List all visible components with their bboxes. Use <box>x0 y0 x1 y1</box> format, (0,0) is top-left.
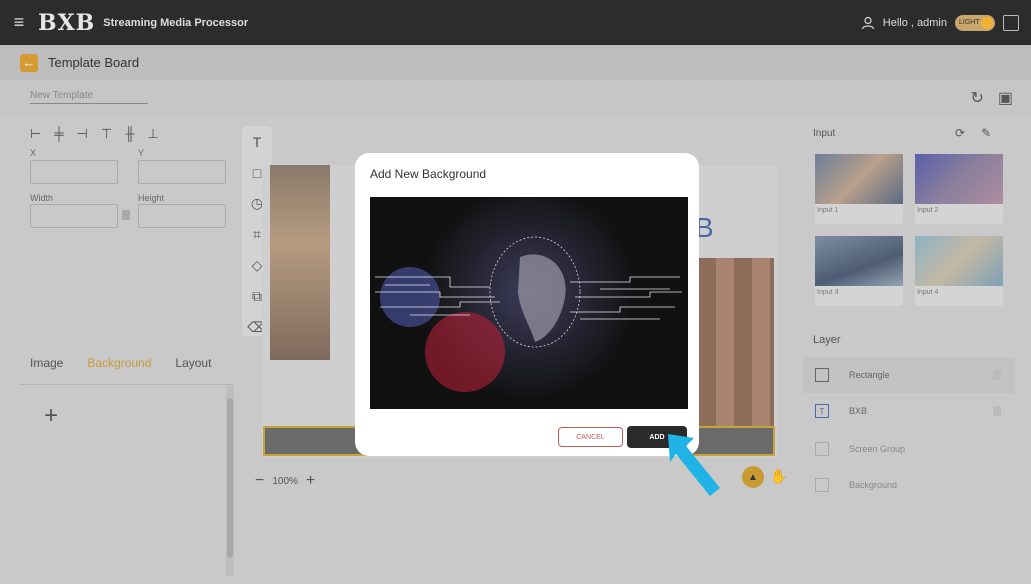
input-card[interactable]: Input 1 <box>815 154 903 224</box>
width-field[interactable] <box>30 204 118 228</box>
hand-icon[interactable]: ✋ <box>770 468 787 485</box>
input-title: Input <box>813 128 836 139</box>
lock-icon[interactable] <box>993 406 1001 416</box>
template-name-row <box>0 80 1031 116</box>
tab-divider <box>20 384 234 385</box>
menu-icon[interactable]: ≡ <box>0 12 38 33</box>
width-label: Width <box>30 193 54 203</box>
input-actions: ⟳ ✎ <box>955 126 991 140</box>
input-thumbnail <box>915 236 1003 286</box>
input-label: Input 4 <box>917 289 939 296</box>
align-middle-icon[interactable]: ╫ <box>125 126 134 142</box>
greeting: Hello , admin <box>882 16 947 29</box>
layer-row[interactable]: Screen Group <box>803 431 1015 467</box>
template-name-input[interactable]: New Template <box>30 90 148 104</box>
template-actions: ↻ ▣ <box>970 88 1013 108</box>
input-card[interactable]: Input 4 <box>915 236 1003 306</box>
height-field[interactable] <box>138 204 226 228</box>
theme-toggle[interactable]: LIGHT <box>955 14 995 31</box>
add-background-icon[interactable]: + <box>44 402 58 430</box>
logo: BXB <box>38 9 96 36</box>
text-tool-icon[interactable]: T <box>242 126 272 157</box>
y-field[interactable] <box>138 160 226 184</box>
layer-row[interactable]: T BXB <box>803 393 1015 429</box>
top-bar: ≡ BXB Streaming Media Processor Hello , … <box>0 0 1031 45</box>
layer-row[interactable]: Background <box>803 467 1015 503</box>
pointer-icon[interactable]: ▲ <box>742 466 764 488</box>
page-title: Template Board <box>48 55 140 70</box>
y-label: Y <box>138 148 145 158</box>
tab-layout[interactable]: Layout <box>175 356 211 370</box>
dialog-title: Add New Background <box>370 167 487 181</box>
app-title: Streaming Media Processor <box>103 16 249 29</box>
tab-background[interactable]: Background <box>87 356 151 370</box>
input-label: Input 1 <box>817 207 839 214</box>
input-thumbnail <box>915 154 1003 204</box>
left-panel: ⊢ ╪ ⊣ ⊤ ╫ ⊥ X Y Width Height Image Backg… <box>20 116 234 580</box>
canvas-image-right <box>698 258 774 426</box>
align-left-icon[interactable]: ⊢ <box>30 126 41 142</box>
fullscreen-icon[interactable] <box>1003 14 1019 31</box>
text-layer-icon: T <box>815 404 829 418</box>
sync-icon[interactable]: ⟳ <box>955 126 965 140</box>
layer-label: Background <box>849 480 898 490</box>
zoom-level: 100% <box>272 475 298 487</box>
zoom-controls: − 100% + <box>255 472 315 490</box>
toggle-label: LIGHT <box>959 19 980 26</box>
save-icon[interactable]: ▣ <box>998 88 1013 108</box>
ai-head-illustration <box>375 236 682 392</box>
pointer-arrow-icon <box>668 434 720 496</box>
layer-row[interactable]: Rectangle <box>803 357 1015 393</box>
input-thumbnail <box>815 154 903 204</box>
input-label: Input 2 <box>917 207 939 214</box>
align-right-icon[interactable]: ⊣ <box>77 126 88 142</box>
input-card[interactable]: Input 2 <box>915 154 1003 224</box>
background-preview-image <box>370 197 688 409</box>
tab-image[interactable]: Image <box>30 356 63 370</box>
x-label: X <box>30 148 37 158</box>
input-thumbnail <box>815 236 903 286</box>
background-layer-icon <box>815 478 829 492</box>
lock-icon[interactable] <box>993 370 1001 380</box>
lock-icon[interactable] <box>122 210 130 220</box>
align-bottom-icon[interactable]: ⊥ <box>147 126 158 142</box>
input-label: Input 3 <box>817 289 839 296</box>
input-card[interactable]: Input 3 <box>815 236 903 306</box>
sub-header: ← Template Board <box>0 45 1031 80</box>
zoom-in-icon[interactable]: + <box>306 472 315 490</box>
layer-label: Rectangle <box>849 370 890 380</box>
rectangle-layer-icon <box>815 368 829 382</box>
edit-icon[interactable]: ✎ <box>981 126 991 140</box>
refresh-icon[interactable]: ↻ <box>970 88 983 108</box>
group-layer-icon <box>815 442 829 456</box>
left-tabs: Image Background Layout <box>30 356 211 370</box>
layer-title: Layer <box>813 334 841 346</box>
cancel-button[interactable]: CANCEL <box>558 427 623 447</box>
add-background-dialog: Add New Background CANCEL ADD <box>355 153 699 456</box>
layer-label: BXB <box>849 406 868 416</box>
canvas-image-left <box>270 165 330 360</box>
back-arrow-icon[interactable]: ← <box>20 53 38 72</box>
alignment-tools: ⊢ ╪ ⊣ ⊤ ╫ ⊥ <box>30 126 159 142</box>
height-label: Height <box>138 193 165 203</box>
align-center-h-icon[interactable]: ╪ <box>54 126 63 142</box>
align-top-icon[interactable]: ⊤ <box>101 126 112 142</box>
x-field[interactable] <box>30 160 118 184</box>
toggle-knob <box>981 16 993 29</box>
scrollbar-thumb[interactable] <box>227 398 233 558</box>
zoom-out-icon[interactable]: − <box>255 472 264 490</box>
layer-label: Screen Group <box>849 444 906 454</box>
user-icon <box>861 16 874 29</box>
